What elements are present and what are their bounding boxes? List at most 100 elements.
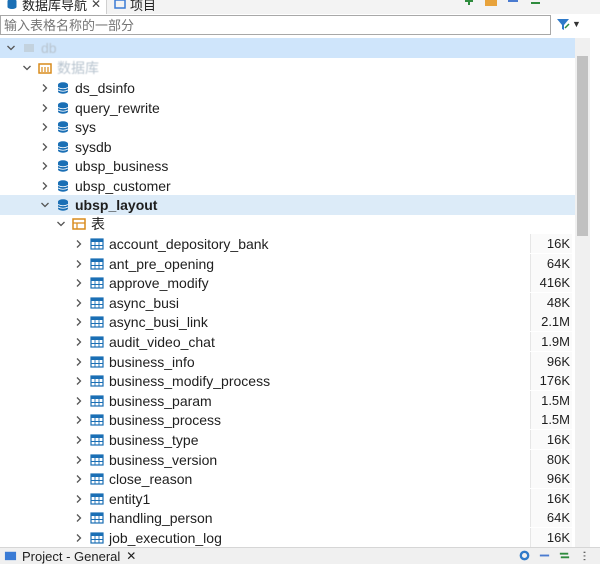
- chevron-right-icon[interactable]: [74, 278, 84, 288]
- tree-row-table[interactable]: approve_modify 416K: [0, 273, 575, 293]
- tab-label: 数据库导航: [22, 0, 88, 13]
- tree-row-table[interactable]: business_modify_process 176K: [0, 371, 575, 391]
- connection-icon: [22, 41, 36, 55]
- table-icon: [90, 355, 104, 369]
- table-size: 1.9M: [530, 332, 572, 351]
- tree-row-connection[interactable]: db: [0, 38, 575, 58]
- chevron-right-icon[interactable]: [74, 415, 84, 425]
- chevron-down-icon[interactable]: ▼: [572, 19, 581, 29]
- table-filter-input[interactable]: [0, 15, 551, 35]
- tree-row-databases-folder[interactable]: 数据库: [0, 58, 575, 78]
- close-icon[interactable]: ✕: [91, 0, 101, 11]
- tree-row-database[interactable]: sys: [0, 117, 575, 137]
- chevron-right-icon[interactable]: [40, 181, 50, 191]
- new-folder-icon[interactable]: [484, 0, 498, 8]
- table-size: 16K: [530, 488, 572, 508]
- tree-row-database[interactable]: sysdb: [0, 137, 575, 157]
- table-size: 1.5M: [530, 410, 572, 430]
- chevron-down-icon[interactable]: [6, 43, 16, 53]
- chevron-right-icon[interactable]: [74, 376, 84, 386]
- table-size: 16K: [530, 234, 572, 253]
- table-icon: [90, 531, 104, 545]
- chevron-right-icon[interactable]: [74, 435, 84, 445]
- link-icon[interactable]: [528, 0, 542, 8]
- tree-row-table[interactable]: account_depository_bank 16K: [0, 234, 575, 254]
- close-icon[interactable]: ✕: [126, 549, 136, 563]
- tab-database-navigator[interactable]: 数据库导航 ✕: [0, 0, 107, 14]
- chevron-right-icon[interactable]: [40, 161, 50, 171]
- link-icon[interactable]: [558, 549, 572, 563]
- connection-label: db: [41, 40, 57, 56]
- chevron-right-icon[interactable]: [74, 455, 84, 465]
- table-size: 80K: [530, 449, 572, 469]
- chevron-right-icon[interactable]: [40, 142, 50, 152]
- tree-row-table[interactable]: business_param 1.5M: [0, 390, 575, 411]
- chevron-down-icon[interactable]: [40, 200, 50, 210]
- chevron-right-icon[interactable]: [74, 357, 84, 367]
- table-icon: [90, 413, 104, 427]
- chevron-right-icon[interactable]: [74, 474, 84, 484]
- tree-row-table[interactable]: business_info 96K: [0, 351, 575, 372]
- table-icon: [90, 276, 104, 290]
- chevron-right-icon[interactable]: [74, 533, 84, 543]
- database-icon: [6, 0, 18, 10]
- tab-project[interactable]: 项目: [108, 0, 168, 14]
- new-connection-icon[interactable]: [462, 0, 476, 8]
- tree-row-table[interactable]: async_busi_link 2.1M: [0, 312, 575, 332]
- collapse-icon[interactable]: [506, 0, 520, 8]
- scrollbar-thumb[interactable]: [577, 56, 588, 236]
- tree-row-table[interactable]: business_version 80K: [0, 449, 575, 470]
- chevron-right-icon[interactable]: [40, 122, 50, 132]
- chevron-right-icon[interactable]: [74, 298, 84, 308]
- project-icon: [114, 0, 126, 10]
- chevron-right-icon[interactable]: [74, 239, 84, 249]
- collapse-icon[interactable]: [538, 549, 552, 563]
- menu-icon[interactable]: [578, 549, 592, 563]
- chevron-down-icon[interactable]: [56, 219, 66, 229]
- tree-row-table[interactable]: business_type 16K: [0, 430, 575, 450]
- tree-row-database[interactable]: ubsp_layout: [0, 195, 575, 215]
- filter-icon[interactable]: [556, 17, 570, 31]
- tree-row-database[interactable]: query_rewrite: [0, 98, 575, 118]
- chevron-right-icon[interactable]: [74, 337, 84, 347]
- chevron-right-icon[interactable]: [40, 103, 50, 113]
- tree-row-table[interactable]: entity1 16K: [0, 488, 575, 509]
- table-name: approve_modify: [109, 275, 209, 292]
- chevron-right-icon[interactable]: [74, 259, 84, 269]
- tab-project-general[interactable]: Project - General ✕: [0, 548, 136, 564]
- tree-row-tables-folder[interactable]: 表: [0, 214, 575, 234]
- tree-row-table[interactable]: async_busi 48K: [0, 292, 575, 313]
- chevron-right-icon[interactable]: [74, 494, 84, 504]
- database-label: ds_dsinfo: [75, 80, 135, 96]
- table-name: business_modify_process: [109, 373, 271, 390]
- tree-row-table[interactable]: ant_pre_opening 64K: [0, 253, 575, 274]
- tab-label: Project - General: [22, 548, 121, 564]
- table-size: 64K: [530, 253, 572, 273]
- tree-row-table[interactable]: audit_video_chat 1.9M: [0, 332, 575, 352]
- tree-row-table[interactable]: business_process 1.5M: [0, 410, 575, 430]
- chevron-right-icon[interactable]: [74, 513, 84, 523]
- tree-row-table[interactable]: job_execution_log 16K: [0, 528, 575, 547]
- table-name: business_process: [109, 412, 222, 429]
- vertical-scrollbar[interactable]: [575, 38, 590, 547]
- database-icon: [56, 179, 70, 193]
- tree-row-database[interactable]: ubsp_customer: [0, 176, 575, 196]
- tree-row-table[interactable]: handling_person 64K: [0, 508, 575, 528]
- database-icon: [56, 198, 70, 212]
- table-name: business_version: [109, 451, 218, 468]
- tree-row-database[interactable]: ds_dsinfo: [0, 78, 575, 98]
- database-label: ubsp_customer: [75, 177, 171, 194]
- chevron-right-icon[interactable]: [74, 396, 84, 406]
- table-icon: [90, 257, 104, 271]
- tree-row-table[interactable]: close_reason 96K: [0, 469, 575, 489]
- table-icon: [90, 472, 104, 486]
- chevron-down-icon[interactable]: [22, 63, 32, 73]
- table-icon: [90, 315, 104, 329]
- chevron-right-icon[interactable]: [74, 317, 84, 327]
- gear-icon[interactable]: [518, 549, 532, 563]
- tree-row-database[interactable]: ubsp_business: [0, 156, 575, 176]
- table-name: audit_video_chat: [109, 334, 215, 350]
- table-icon: [90, 237, 104, 251]
- chevron-right-icon[interactable]: [40, 83, 50, 93]
- table-size: 2.1M: [530, 312, 572, 332]
